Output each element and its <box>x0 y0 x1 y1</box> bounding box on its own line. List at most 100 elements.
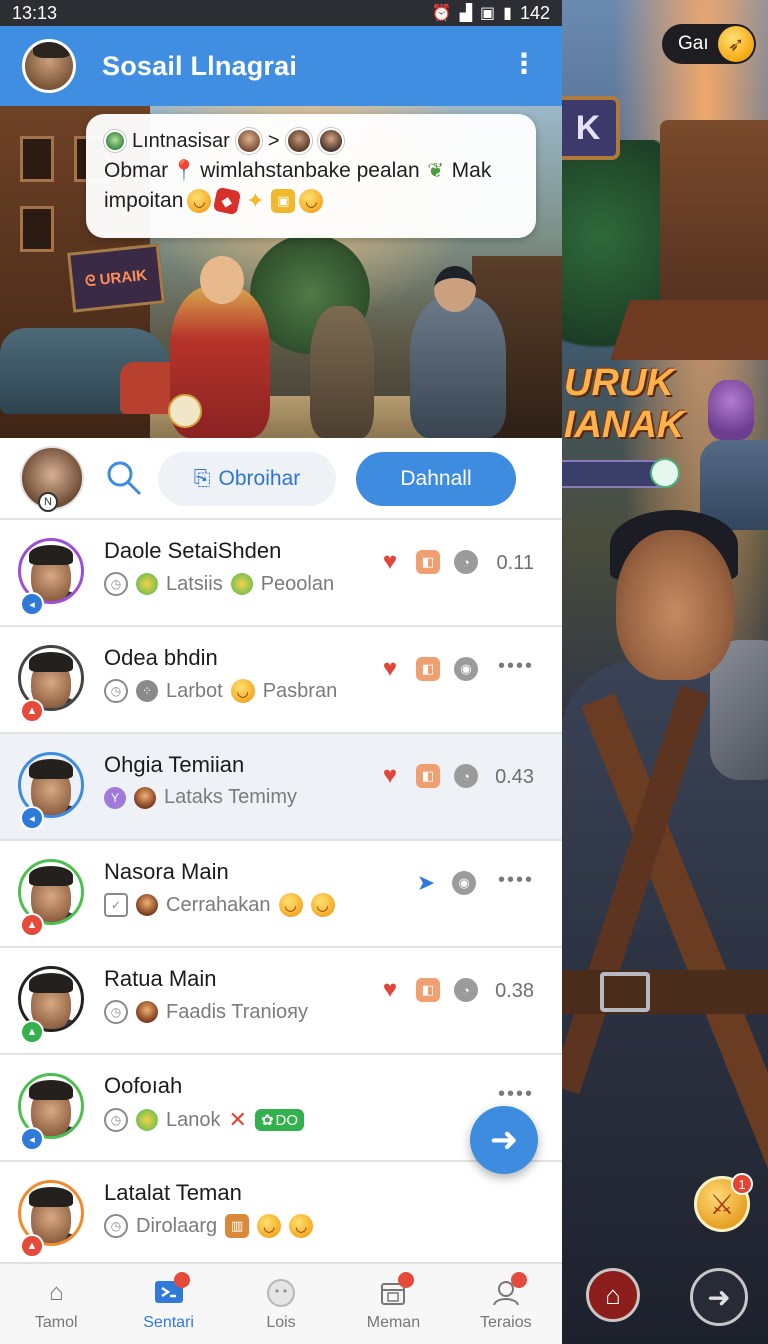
nav-item-home[interactable]: ⌂ Tamol <box>0 1264 112 1344</box>
participant-avatar <box>317 128 344 154</box>
game-roof <box>610 300 768 360</box>
gift-icon: ▣ <box>271 189 296 213</box>
friend-subtitle: ◷ Latsiis Peoolan <box>104 572 334 596</box>
forward-fab-button[interactable]: ➜ <box>470 1106 538 1174</box>
alarm-icon: ⏰ <box>431 5 452 22</box>
chat-icon <box>152 1272 190 1310</box>
clock-icon[interactable]: ◔ <box>454 550 478 574</box>
my-avatar[interactable]: N <box>20 446 84 512</box>
status-icons: ⏰ ▟ ▣ ▮ 142 <box>432 3 550 24</box>
burger-icon <box>136 1001 158 1023</box>
game-currency-pill[interactable]: Gaı ➶ <box>662 24 756 64</box>
smile-emoji-icon: ◡ <box>257 1214 282 1238</box>
level-badge-icon: N <box>38 492 58 512</box>
game-hero-buckle <box>600 972 650 1012</box>
status-time: 13:13 <box>12 2 58 23</box>
signal-icon: ▟ <box>459 5 473 22</box>
list-item[interactable]: ▲ Ratua Main ◷ Faadis Traniояy ♥ ◧ ◔ 0.3… <box>0 948 562 1055</box>
gift-icon[interactable]: ◧ <box>416 978 440 1002</box>
hero-window <box>20 136 54 182</box>
nav-item-friends[interactable]: Teraios <box>450 1264 562 1344</box>
search-icon[interactable] <box>102 456 146 500</box>
notification-badge: 1 <box>731 1173 753 1195</box>
clock-icon[interactable]: ◔ <box>454 764 478 788</box>
heart-icon[interactable]: ♥ <box>378 976 402 1003</box>
burger-icon <box>134 786 156 809</box>
friend-activity: Faadis Traniояy <box>166 1000 309 1023</box>
send-icon[interactable]: ➤ <box>414 870 438 895</box>
participant-avatar <box>285 128 312 154</box>
list-item[interactable]: ▲ Latalat Teman ◷ Dirolaarg ▥ ◡ ◡ <box>0 1162 562 1269</box>
game-sign-title: URUK IANAK <box>564 362 685 446</box>
location-icon[interactable]: ◉ <box>454 657 478 681</box>
smile-emoji-icon: ◡ <box>310 893 335 917</box>
heart-icon[interactable]: ♥ <box>378 548 402 575</box>
app-bar: Sosail Llnagrai ⋮ <box>0 26 562 106</box>
game-next-button[interactable]: ➜ <box>690 1268 748 1326</box>
more-icon[interactable]: •••• <box>498 1083 534 1106</box>
friend-subtitle: ✓ Cerrahakan ◡ ◡ <box>104 893 335 917</box>
gift-icon[interactable]: ◧ <box>416 657 440 681</box>
game-sword-button[interactable]: ⚔ 1 <box>694 1173 753 1232</box>
notification-badge <box>173 1272 190 1288</box>
more-icon[interactable]: •••• <box>498 869 534 892</box>
friend-meta: 0.11 <box>496 552 534 574</box>
game-home-button[interactable]: ⌂ <box>586 1268 640 1322</box>
status-badge-icon: ◂ <box>20 806 44 830</box>
nav-label: Meman <box>366 1314 421 1331</box>
battery-icon: ▮ <box>503 5 512 22</box>
nav-label: Teraios <box>480 1314 532 1331</box>
friend-activity: Peoolan <box>260 572 335 595</box>
profile-avatar[interactable] <box>22 39 76 93</box>
heart-icon[interactable]: ♥ <box>378 762 402 789</box>
message-text: wimlahstanbake pealan <box>200 159 420 182</box>
hero-character-soldier <box>410 296 506 438</box>
notification-badge <box>398 1272 415 1288</box>
game-sign-top: K <box>560 96 620 160</box>
bubble-icon <box>264 1276 298 1310</box>
nav-label: Lois <box>266 1314 296 1331</box>
gift-icon[interactable]: ◧ <box>416 764 440 788</box>
clock-icon: ◷ <box>104 1108 128 1132</box>
pin-icon: 📍 <box>171 160 197 182</box>
hero-character-head <box>200 256 244 304</box>
nav-item-chat[interactable]: Sentari <box>112 1264 224 1344</box>
clock-icon[interactable]: ◔ <box>454 978 478 1002</box>
nav-item-meman[interactable]: Meman <box>337 1264 449 1344</box>
check-icon: ✓ <box>104 893 128 917</box>
download-button[interactable]: Dahnall <box>356 452 516 506</box>
list-item[interactable]: ◂ Ohgia Temiian Y Lataks Temimy ♥ ◧ ◔ 0.… <box>0 734 562 841</box>
smile-emoji-icon: ◡ <box>187 189 212 213</box>
list-item[interactable]: ◂ Daole SetaiShden ◷ Latsiis Peoolan ♥ ◧… <box>0 520 562 627</box>
clock-icon: ◷ <box>104 679 128 703</box>
y-shape-icon: Y <box>104 786 126 809</box>
more-vert-icon[interactable]: ⋮ <box>510 50 538 78</box>
nav-item-lois[interactable]: Lois <box>225 1264 337 1344</box>
flower-icon <box>136 1109 158 1131</box>
game-hero-face <box>616 530 734 680</box>
location-icon[interactable]: ◉ <box>452 871 476 895</box>
smile-emoji-icon: ◡ <box>278 893 303 917</box>
status-chip: ✿ DO <box>254 1109 305 1131</box>
nav-label: Sentari <box>143 1314 194 1331</box>
more-icon[interactable]: •••• <box>498 655 534 678</box>
status-bar: 13:13 ⏰ ▟ ▣ ▮ 142 <box>0 0 562 26</box>
friend-name: Daole SetaiShden <box>104 538 282 563</box>
list-item[interactable]: ▲ Nasora Main ✓ Cerrahakan ◡ ◡ ➤ ◉ •••• <box>0 841 562 948</box>
friend-activity: Pasbran <box>262 679 338 702</box>
browse-button[interactable]: ⎘ Obroihar <box>158 452 336 506</box>
item-actions: ➤ ◉ <box>414 870 476 895</box>
friend-name: Odea bhdin <box>104 645 218 670</box>
status-badge-icon: ▲ <box>20 1234 44 1258</box>
friend-meta: 0.38 <box>495 980 534 1002</box>
heart-icon[interactable]: ♥ <box>378 655 402 682</box>
item-actions: ♥ ◧ ◔ <box>378 548 478 575</box>
game-hero-belt <box>560 970 768 1014</box>
clock-icon: ◷ <box>104 1214 128 1238</box>
message-card[interactable]: Lıntnasisar > Obmar 📍 wimlahstanbake pea… <box>86 114 536 238</box>
gift-icon[interactable]: ◧ <box>416 550 440 574</box>
status-badge-icon: ◂ <box>20 592 44 616</box>
list-item[interactable]: ▲ Odea bhdin ◷ ⁘ Larbot ◡ Pasbran ♥ ◧ ◉ … <box>0 627 562 734</box>
status-chip-label: DO <box>275 1111 299 1129</box>
app-title: Sosail Llnagrai <box>102 50 298 81</box>
